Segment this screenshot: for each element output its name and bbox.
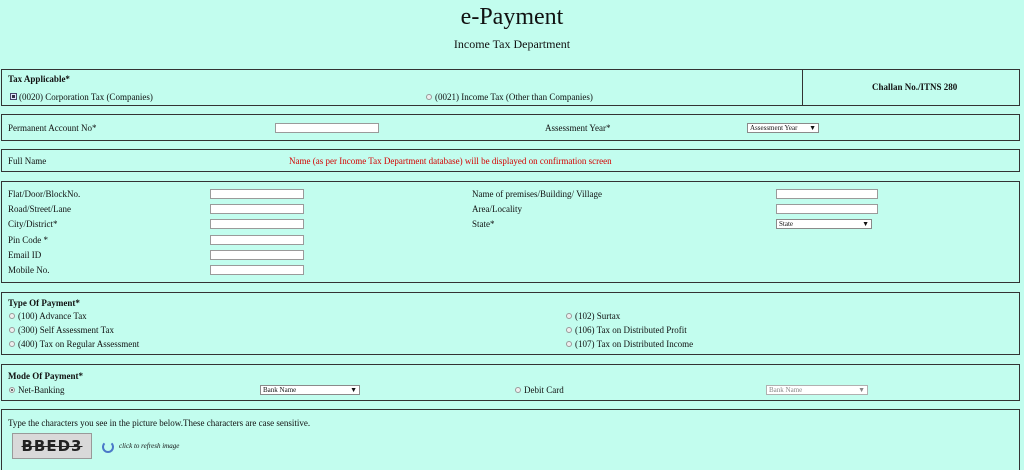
- income-tax-radio[interactable]: [426, 94, 432, 100]
- debit-bank-name-select[interactable]: Bank Name ▼: [766, 385, 868, 395]
- distributed-profit-label: (106) Tax on Distributed Profit: [575, 325, 687, 335]
- challan-divider: [802, 70, 803, 105]
- road-label: Road/Street/Lane: [8, 204, 71, 214]
- address-section: Flat/Door/BlockNo. Road/Street/Lane City…: [1, 181, 1020, 283]
- mode-of-payment-label: Mode Of Payment*: [8, 371, 83, 381]
- tax-applicable-section: Tax Applicable* (0020) Corporation Tax (…: [1, 69, 1020, 106]
- advance-tax-label: (100) Advance Tax: [18, 311, 87, 321]
- flat-label: Flat/Door/BlockNo.: [8, 189, 81, 199]
- premises-label: Name of premises/Building/ Village: [472, 189, 603, 199]
- refresh-captcha-link[interactable]: click to refresh image: [119, 442, 179, 450]
- captcha-section: Type the characters you see in the pictu…: [1, 409, 1020, 470]
- full-name-note: Name (as per Income Tax Department datab…: [289, 156, 612, 166]
- surtax-radio[interactable]: [566, 313, 572, 319]
- chevron-down-icon: ▼: [809, 124, 816, 132]
- premises-input[interactable]: [776, 189, 878, 199]
- debit-card-label: Debit Card: [524, 385, 564, 395]
- full-name-label: Full Name: [8, 156, 47, 166]
- advance-tax-radio[interactable]: [9, 313, 15, 319]
- debit-card-radio[interactable]: [515, 387, 521, 393]
- state-label: State*: [472, 219, 495, 229]
- chevron-down-icon: ▼: [858, 386, 865, 394]
- chevron-down-icon: ▼: [862, 220, 869, 228]
- refresh-icon[interactable]: [102, 441, 114, 453]
- distributed-profit-radio[interactable]: [566, 327, 572, 333]
- page-title: e-Payment: [460, 4, 564, 30]
- city-label: City/District*: [8, 219, 58, 229]
- bank-name-select[interactable]: Bank Name ▼: [260, 385, 360, 395]
- captcha-image: BBED3: [12, 433, 92, 459]
- netbanking-label: Net-Banking: [18, 385, 65, 395]
- chevron-down-icon: ▼: [350, 386, 357, 394]
- captcha-instruction: Type the characters you see in the pictu…: [8, 418, 311, 428]
- full-name-section: Full Name Name (as per Income Tax Depart…: [1, 149, 1020, 172]
- flat-input[interactable]: [210, 189, 304, 199]
- mobile-input[interactable]: [210, 265, 304, 275]
- corporation-tax-checkbox[interactable]: [10, 93, 17, 100]
- corporation-tax-label: (0020) Corporation Tax (Companies): [19, 92, 153, 102]
- surtax-label: (102) Surtax: [575, 311, 621, 321]
- self-assessment-label: (300) Self Assessment Tax: [18, 325, 114, 335]
- area-input[interactable]: [776, 204, 878, 214]
- state-select[interactable]: State ▼: [776, 219, 872, 229]
- email-label: Email ID: [8, 250, 42, 260]
- self-assessment-radio[interactable]: [9, 327, 15, 333]
- assessment-year-select[interactable]: Assessment Year ▼: [747, 123, 819, 133]
- road-input[interactable]: [210, 204, 304, 214]
- regular-assessment-label: (400) Tax on Regular Assessment: [18, 339, 140, 349]
- pin-input[interactable]: [210, 235, 304, 245]
- city-input[interactable]: [210, 219, 304, 229]
- type-of-payment-label: Type Of Payment*: [8, 298, 80, 308]
- pan-input[interactable]: [275, 123, 379, 133]
- challan-label: Challan No./ITNS 280: [872, 82, 958, 92]
- regular-assessment-radio[interactable]: [9, 341, 15, 347]
- mobile-label: Mobile No.: [8, 265, 50, 275]
- pin-label: Pin Code *: [8, 235, 49, 245]
- distributed-income-label: (107) Tax on Distributed Income: [575, 339, 694, 349]
- pan-label: Permanent Account No*: [8, 123, 97, 133]
- income-tax-label: (0021) Income Tax (Other than Companies): [435, 92, 593, 102]
- tax-applicable-label: Tax Applicable*: [8, 74, 70, 84]
- assessment-year-label: Assessment Year*: [545, 123, 611, 133]
- distributed-income-radio[interactable]: [566, 341, 572, 347]
- netbanking-radio[interactable]: [9, 387, 15, 393]
- email-input[interactable]: [210, 250, 304, 260]
- page-subtitle: Income Tax Department: [453, 37, 571, 51]
- mode-of-payment-section: Mode Of Payment* Net-Banking Bank Name ▼ …: [1, 364, 1020, 401]
- type-of-payment-section: Type Of Payment* (100) Advance Tax (300)…: [1, 292, 1020, 355]
- area-label: Area/Locality: [472, 204, 522, 214]
- pan-section: Permanent Account No* Assessment Year* A…: [1, 114, 1020, 141]
